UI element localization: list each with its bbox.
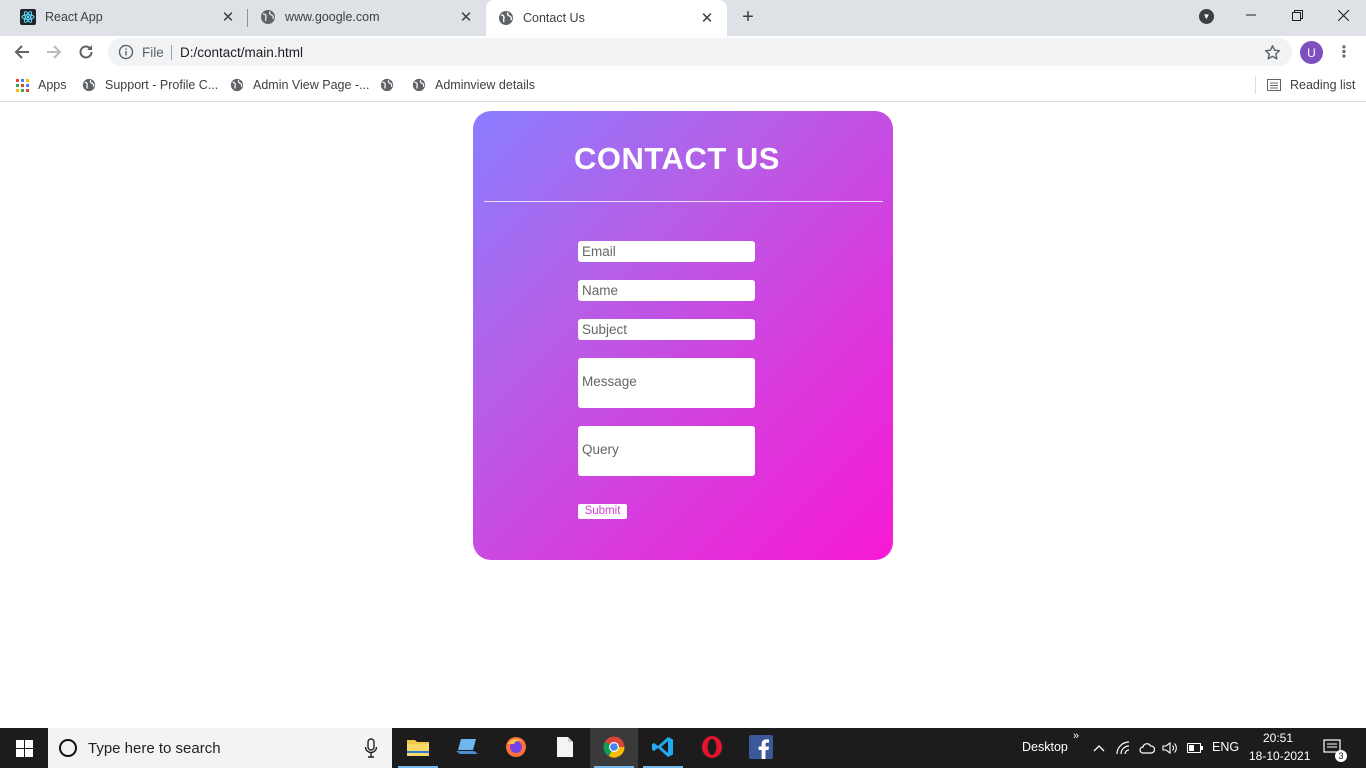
laptop-icon [455, 737, 479, 760]
globe-icon [82, 78, 96, 92]
tab-title: Contact Us [523, 11, 585, 25]
close-window-button[interactable] [1320, 0, 1366, 30]
bookmarks-bar: Apps Support - Profile C... Admin View P… [0, 68, 1366, 102]
globe-icon [498, 10, 514, 26]
facebook-app[interactable] [737, 728, 785, 768]
url-scheme-label: File [142, 45, 164, 60]
bookmarks-divider [1255, 76, 1256, 94]
facebook-icon [749, 734, 773, 762]
forward-button[interactable] [40, 38, 68, 66]
reload-icon [79, 45, 93, 59]
cortana-icon [59, 739, 77, 757]
opera-app[interactable] [688, 728, 736, 768]
globe-icon [260, 9, 276, 25]
query-field[interactable] [578, 426, 755, 476]
bookmark-label: Admin View Page -... [253, 78, 370, 92]
tab-strip: React App ✕ www.google.com ✕ Contact Us … [0, 0, 1366, 36]
tab-react-app[interactable]: React App ✕ [8, 0, 248, 34]
globe-icon [412, 78, 426, 92]
globe-icon [380, 78, 394, 92]
name-field[interactable] [578, 280, 755, 301]
notepad-app[interactable] [541, 728, 589, 768]
bookmark-untitled[interactable] [380, 75, 403, 95]
scheme-divider [171, 45, 172, 60]
title-divider [484, 201, 883, 202]
windows-logo-icon [15, 739, 33, 757]
bookmark-label: Adminview details [435, 78, 536, 92]
tab-title: React App [45, 10, 103, 24]
close-tab-icon[interactable]: ✕ [220, 9, 236, 26]
network-icon[interactable] [1116, 740, 1132, 756]
chrome-app[interactable] [590, 728, 638, 768]
firefox-icon [504, 735, 528, 762]
file-explorer-icon [406, 737, 430, 760]
forward-arrow-icon [47, 45, 62, 59]
clock-date[interactable]: 18-10-2021 [1249, 749, 1310, 763]
windows-taskbar: Type here to search Desktop » ENG 20:51 … [0, 728, 1366, 768]
start-button[interactable] [0, 728, 48, 768]
browser-toolbar: File D:/contact/main.html U ⋮ [0, 36, 1366, 68]
opera-icon [700, 735, 724, 762]
tab-search-icon[interactable]: ▼ [1199, 9, 1214, 24]
bookmark-label: Apps [38, 78, 67, 92]
bookmark-label: Support - Profile C... [105, 78, 219, 92]
toolbar-expand-icon[interactable]: » [1073, 730, 1079, 742]
chrome-icon [602, 735, 626, 762]
vscode-icon [651, 735, 675, 762]
reading-list-icon [1267, 78, 1281, 92]
microphone-icon[interactable] [364, 738, 378, 758]
tab-title: www.google.com [285, 10, 380, 24]
notification-count-badge: 3 [1335, 750, 1347, 762]
firefox-app[interactable] [492, 728, 540, 768]
bookmark-apps[interactable]: Apps [15, 75, 67, 95]
react-icon [20, 9, 36, 25]
onedrive-icon[interactable] [1139, 740, 1155, 756]
close-tab-icon[interactable]: ✕ [458, 9, 474, 26]
bookmark-admin-view-page[interactable]: Admin View Page -... [230, 75, 370, 95]
restore-button[interactable] [1274, 0, 1320, 30]
tab-contact-us[interactable]: Contact Us ✕ [486, 0, 727, 36]
page-title: CONTACT US [574, 141, 780, 176]
language-indicator[interactable]: ENG [1212, 740, 1239, 754]
notepad-icon [556, 736, 574, 761]
back-button[interactable] [8, 38, 36, 66]
back-arrow-icon [14, 45, 29, 59]
profile-avatar[interactable]: U [1300, 41, 1323, 64]
globe-icon [230, 78, 244, 92]
volume-icon[interactable] [1162, 740, 1178, 756]
subject-field[interactable] [578, 319, 755, 340]
clock-time[interactable]: 20:51 [1263, 731, 1293, 745]
email-field[interactable] [578, 241, 755, 262]
chevron-up-icon[interactable] [1091, 740, 1107, 756]
search-placeholder: Type here to search [88, 740, 221, 757]
vscode-app[interactable] [639, 728, 687, 768]
file-explorer-app[interactable] [394, 728, 442, 768]
close-tab-icon[interactable]: ✕ [699, 10, 715, 27]
submit-button[interactable]: Submit [578, 504, 627, 519]
bookmark-star-icon[interactable] [1262, 42, 1282, 62]
address-bar[interactable]: File D:/contact/main.html [108, 38, 1292, 66]
battery-icon[interactable] [1187, 740, 1203, 756]
new-tab-button[interactable]: + [736, 5, 760, 29]
page-viewport: CONTACT US Submit [0, 103, 1366, 728]
taskbar-search-box[interactable]: Type here to search [48, 728, 392, 768]
message-field[interactable] [578, 358, 755, 408]
info-icon[interactable] [118, 44, 134, 60]
laptop-app[interactable] [443, 728, 491, 768]
url-text[interactable]: D:/contact/main.html [180, 45, 303, 60]
more-menu-icon[interactable]: ⋮ [1334, 40, 1354, 64]
reading-list-label: Reading list [1290, 78, 1356, 92]
apps-grid-icon [15, 78, 29, 92]
desktop-toolbar-label[interactable]: Desktop [1022, 740, 1068, 754]
reading-list-button[interactable]: Reading list [1267, 75, 1355, 95]
minimize-button[interactable] [1228, 0, 1274, 30]
reload-button[interactable] [72, 38, 100, 66]
bookmark-support-profile[interactable]: Support - Profile C... [82, 75, 218, 95]
contact-card: CONTACT US Submit [473, 111, 893, 560]
tab-google[interactable]: www.google.com ✕ [248, 0, 486, 34]
bookmark-adminview-details[interactable]: Adminview details [412, 75, 535, 95]
